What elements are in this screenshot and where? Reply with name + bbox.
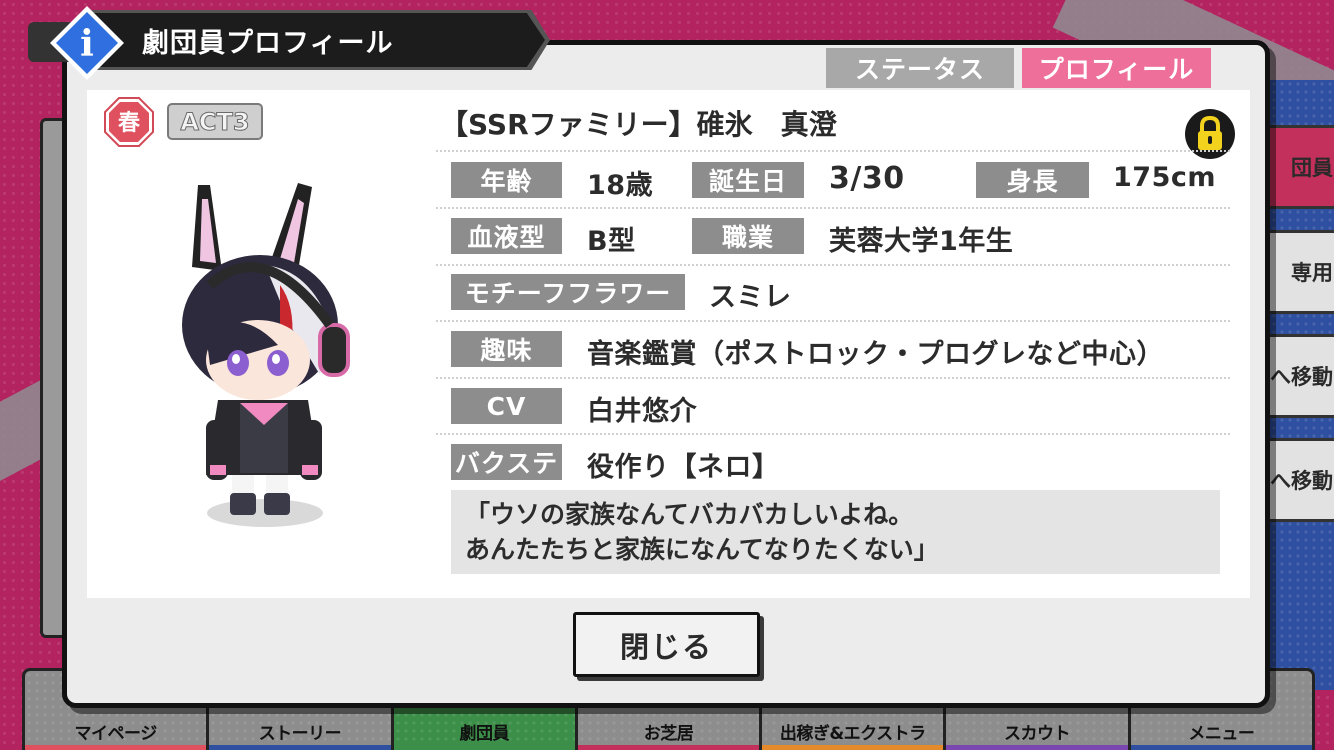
nav-label: 出稼ぎ&エクストラ — [779, 724, 926, 744]
info-icon: i — [48, 4, 126, 82]
card-title: 【SSRファミリー】碓氷 真澄 — [440, 108, 837, 141]
backstage-value: 役作り【ネロ】 — [587, 452, 780, 483]
age-value: 18歳 — [587, 170, 654, 201]
side-tab-exclusive[interactable]: 専用 — [1262, 230, 1334, 314]
backstage-label: バクステ — [451, 444, 562, 480]
close-button-label: 閉じる — [619, 629, 713, 664]
birthday-label: 誕生日 — [692, 162, 804, 198]
tab-profile[interactable]: プロフィール — [1022, 48, 1211, 88]
nav-color-strip — [577, 745, 760, 750]
side-tab-move-1[interactable]: へ移動 — [1262, 334, 1334, 418]
row-divider — [436, 150, 1230, 152]
character-illustration — [170, 175, 370, 535]
motif-flower-value: スミレ — [709, 282, 792, 313]
side-tab-label: へ移動 — [1270, 469, 1333, 493]
act-badge: ACT3 — [167, 103, 263, 140]
row-divider — [436, 320, 1230, 322]
quote-line-1: 「ウソの家族なんてバカバカしいよね。 — [465, 500, 914, 529]
height-value: 175cm — [1113, 162, 1216, 193]
side-tab-label: へ移動 — [1270, 365, 1333, 389]
occupation-label: 職業 — [692, 218, 804, 254]
character-quote: 「ウソの家族なんてバカバカしいよね。 あんたたちと家族になんてなりたくない」 — [451, 490, 1220, 574]
hobby-label: 趣味 — [451, 331, 562, 367]
quote-line-2: あんたたちと家族になんてなりたくない」 — [465, 535, 939, 564]
birthday-value: 3/30 — [829, 161, 905, 196]
act-text: ACT3 — [180, 107, 250, 136]
season-badge: 春 — [104, 97, 154, 147]
season-text: 春 — [118, 111, 140, 136]
hobby-value: 音楽鑑賞（ポストロック・プログレなど中心） — [587, 339, 1164, 370]
nav-label: マイページ — [74, 724, 158, 744]
cv-value: 白井悠介 — [587, 396, 697, 427]
cv-label: CV — [451, 388, 562, 424]
occupation-value: 芙蓉大学1年生 — [829, 226, 1014, 257]
nav-label: ストーリー — [258, 724, 342, 744]
row-divider — [436, 433, 1230, 435]
side-tab-label: 専用 — [1291, 261, 1333, 285]
dialog-title-bar: 劇団員プロフィール — [90, 13, 545, 67]
nav-color-strip — [25, 745, 207, 750]
tab-label: ステータス — [854, 55, 985, 84]
motif-flower-label: モチーフフラワー — [451, 274, 685, 310]
blood-type-value: B型 — [587, 226, 636, 257]
tab-status[interactable]: ステータス — [826, 48, 1014, 88]
close-button[interactable]: 閉じる — [573, 612, 760, 677]
side-tab-label: 団員 — [1291, 156, 1333, 180]
blood-type-label: 血液型 — [451, 218, 562, 254]
tab-label: プロフィール — [1038, 55, 1195, 84]
nav-label: スカウト — [1004, 724, 1071, 744]
height-label: 身長 — [976, 162, 1089, 198]
nav-label: メニュー — [1188, 724, 1255, 744]
nav-color-strip — [209, 745, 391, 750]
nav-label: 劇団員 — [459, 724, 509, 744]
nav-color-strip — [393, 745, 575, 750]
nav-label: お芝居 — [643, 724, 694, 744]
row-divider — [436, 264, 1230, 266]
lock-icon[interactable] — [1184, 108, 1236, 160]
nav-color-strip — [762, 745, 944, 750]
side-tab-members[interactable]: 団員 — [1262, 125, 1334, 209]
dialog-title: 劇団員プロフィール — [142, 27, 394, 59]
row-divider — [436, 377, 1230, 379]
nav-color-strip — [946, 745, 1128, 750]
row-divider — [436, 207, 1230, 209]
side-tab-move-2[interactable]: へ移動 — [1262, 438, 1334, 522]
info-glyph: i — [80, 23, 94, 65]
age-label: 年齢 — [451, 162, 562, 198]
nav-color-strip — [1130, 745, 1312, 750]
